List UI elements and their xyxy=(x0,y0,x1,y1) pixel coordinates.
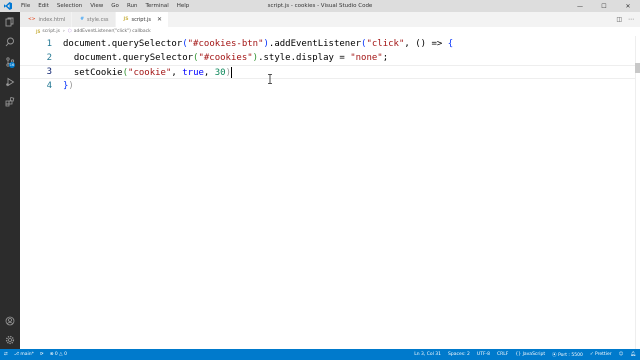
breadcrumb-symbol[interactable]: addEventListener("click") callback xyxy=(74,29,151,34)
line-number: 4 xyxy=(46,81,52,91)
code-editor[interactable]: 1 document.querySelector("#cookies-btn")… xyxy=(20,36,640,349)
vscode-logo-icon xyxy=(3,1,13,11)
indentation[interactable]: Spaces: 2 xyxy=(448,352,470,357)
language-mode[interactable]: {} JavaScript xyxy=(515,352,545,357)
code-text: document.querySelector("#cookies-btn").a… xyxy=(63,39,454,49)
source-control-badge: 16 xyxy=(9,62,15,68)
code-line-current: 3 setCookie("cookie", true, 30) xyxy=(20,65,635,79)
menu-selection[interactable]: Selection xyxy=(53,0,86,12)
menu-help[interactable]: Help xyxy=(173,0,194,12)
code-line: 4 }) xyxy=(20,79,635,93)
title-bar: File Edit Selection View Go Run Terminal… xyxy=(0,0,640,12)
remote-icon[interactable]: ⇄ xyxy=(4,352,8,357)
more-actions-icon[interactable]: ⋯ xyxy=(628,16,634,23)
close-tab-icon[interactable]: ✕ xyxy=(157,16,162,23)
line-number: 1 xyxy=(46,39,52,49)
notifications-bell-icon[interactable]: 🔔︎ xyxy=(630,352,636,357)
extensions-icon[interactable] xyxy=(4,96,16,108)
tab-label: index.html xyxy=(38,16,66,23)
menu-bar: File Edit Selection View Go Run Terminal… xyxy=(17,0,193,12)
code-text: }) xyxy=(63,81,74,91)
vertical-scrollbar[interactable] xyxy=(635,36,640,349)
menu-edit[interactable]: Edit xyxy=(34,0,53,12)
html-file-icon: <> xyxy=(28,17,36,22)
line-number: 3 xyxy=(46,67,52,77)
account-icon[interactable] xyxy=(4,315,16,327)
status-bar: ⇄ ⎇ main* ⟳ ⊗ 0 △ 0 Ln 3, Col 31 Spaces:… xyxy=(0,349,640,360)
problems-indicator[interactable]: ⊗ 0 △ 0 xyxy=(50,352,67,357)
encoding[interactable]: UTF-8 xyxy=(477,352,490,357)
editor-tabs: <> index.html # style.css JS script.js ✕… xyxy=(20,12,640,27)
code-text: setCookie("cookie", true, 30) xyxy=(63,66,233,78)
sync-icon[interactable]: ⟳ xyxy=(40,352,44,357)
menu-go[interactable]: Go xyxy=(107,0,123,12)
explorer-icon[interactable] xyxy=(4,16,16,28)
breadcrumb: JS script.js › ⬡ addEventListener("click… xyxy=(20,27,640,36)
function-symbol-icon: ⬡ xyxy=(67,29,72,34)
code-line: 2 document.querySelector("#cookies").sty… xyxy=(20,51,635,65)
settings-gear-icon[interactable] xyxy=(4,334,16,346)
activity-bar: 16 xyxy=(0,12,20,349)
maximize-button[interactable]: ☐ xyxy=(592,0,616,12)
tab-label: script.js xyxy=(131,16,151,23)
code-line: 1 document.querySelector("#cookies-btn")… xyxy=(20,37,635,51)
tab-index-html[interactable]: <> index.html xyxy=(20,12,73,27)
menu-file[interactable]: File xyxy=(17,0,34,12)
code-text: document.querySelector("#cookies").style… xyxy=(63,53,389,63)
split-editor-icon[interactable]: ◫ xyxy=(616,16,622,23)
breadcrumb-file[interactable]: script.js xyxy=(42,29,60,34)
branch-indicator[interactable]: ⎇ main* xyxy=(14,352,34,357)
line-number: 2 xyxy=(46,53,52,63)
minimize-button[interactable]: — xyxy=(568,0,592,12)
tab-style-css[interactable]: # style.css xyxy=(72,12,116,27)
menu-terminal[interactable]: Terminal xyxy=(141,0,172,12)
tab-script-js[interactable]: JS script.js ✕ xyxy=(115,12,170,27)
text-cursor xyxy=(231,66,233,78)
scrollbar-thumb[interactable] xyxy=(635,63,640,73)
live-server[interactable]: ⦿ Port : 5500 xyxy=(552,352,583,358)
tab-label: style.css xyxy=(87,16,109,23)
feedback-icon[interactable]: ☺ xyxy=(619,352,624,357)
cursor-position[interactable]: Ln 3, Col 31 xyxy=(414,352,441,357)
run-debug-icon[interactable] xyxy=(4,76,16,88)
css-file-icon: # xyxy=(80,17,84,22)
search-icon[interactable] xyxy=(4,36,16,48)
menu-run[interactable]: Run xyxy=(123,0,142,12)
mouse-ibeam-icon xyxy=(267,74,273,84)
source-control-icon[interactable]: 16 xyxy=(4,56,16,68)
window-controls: — ☐ ✕ xyxy=(568,0,640,12)
chevron-right-icon: › xyxy=(62,29,65,34)
menu-view[interactable]: View xyxy=(86,0,107,12)
line-ending[interactable]: CRLF xyxy=(497,352,508,357)
prettier-status[interactable]: ✓ Prettier xyxy=(590,352,612,357)
js-file-icon: JS xyxy=(36,29,41,34)
js-file-icon: JS xyxy=(123,17,129,22)
close-window-button[interactable]: ✕ xyxy=(616,0,640,12)
editor-actions: ◫ ⋯ xyxy=(616,12,640,27)
